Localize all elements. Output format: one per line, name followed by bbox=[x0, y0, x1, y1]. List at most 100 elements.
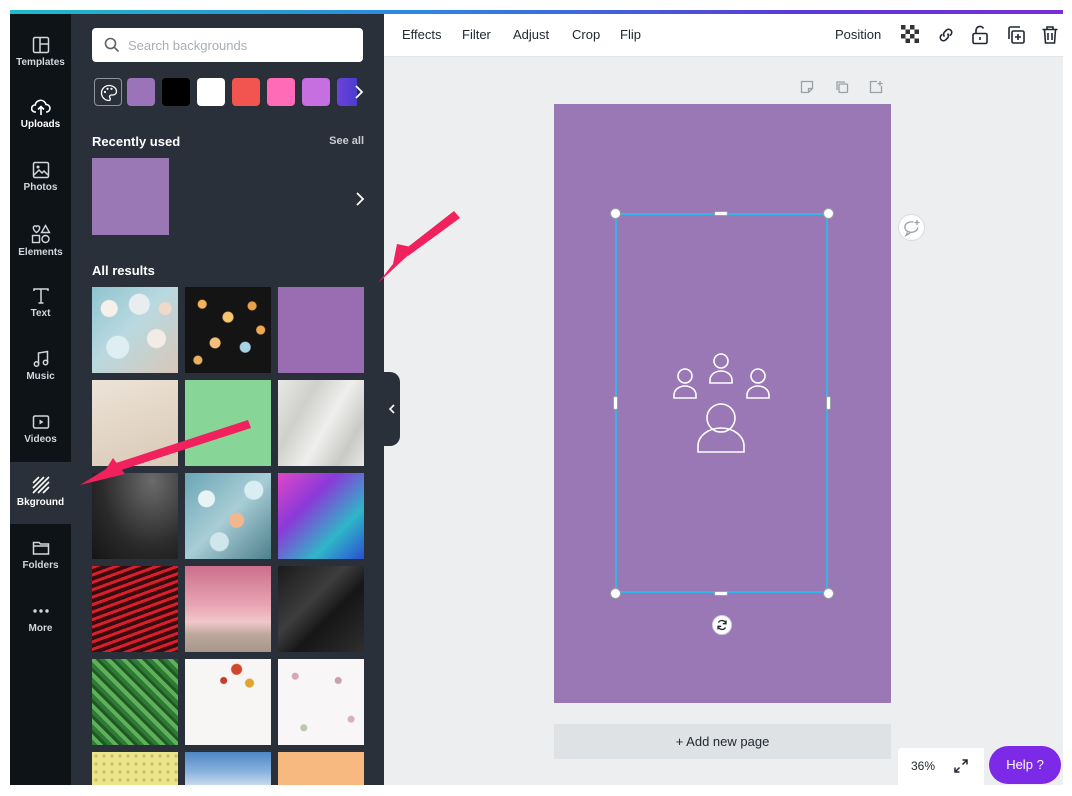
zoom-level[interactable]: 36% bbox=[911, 759, 935, 773]
rail-item-videos[interactable]: Videos bbox=[10, 399, 71, 461]
help-button[interactable]: Help ? bbox=[989, 746, 1061, 784]
petals-white-tile[interactable] bbox=[278, 659, 364, 745]
add-new-page-button[interactable]: + Add new page bbox=[554, 724, 891, 759]
chevron-right-icon[interactable] bbox=[354, 84, 364, 100]
selection-box[interactable] bbox=[615, 213, 828, 593]
add-page-icon[interactable] bbox=[869, 80, 883, 94]
resize-handle-top-left[interactable] bbox=[610, 208, 621, 219]
templates-icon bbox=[32, 36, 49, 54]
top-gradient-bar bbox=[10, 10, 1063, 14]
zoom-controls: 36% bbox=[898, 748, 984, 785]
color-swatch[interactable] bbox=[197, 78, 225, 106]
rail-item-photos[interactable]: Photos bbox=[10, 147, 71, 209]
festive-white-tile[interactable] bbox=[185, 659, 271, 745]
rail-item-music[interactable]: Music bbox=[10, 336, 71, 398]
rail-item-elements[interactable]: Elements bbox=[10, 210, 71, 272]
text-t-icon bbox=[32, 288, 49, 304]
rotate-icon bbox=[717, 619, 727, 631]
rotate-button[interactable] bbox=[712, 615, 732, 635]
color-swatch[interactable] bbox=[127, 78, 155, 106]
adjust-button[interactable]: Adjust bbox=[513, 27, 549, 42]
rail-label: Photos bbox=[23, 182, 58, 193]
color-swatch[interactable] bbox=[302, 78, 330, 106]
duplicate-page-icon[interactable] bbox=[835, 80, 849, 94]
folder-icon bbox=[32, 541, 49, 555]
recently-used-title: Recently used bbox=[92, 134, 181, 149]
chevron-right-icon[interactable] bbox=[355, 191, 365, 207]
add-comment-button[interactable] bbox=[898, 214, 925, 241]
crumpled-paper-tile[interactable] bbox=[278, 380, 364, 466]
color-swatch[interactable] bbox=[232, 78, 260, 106]
side-rail: Templates Uploads Photos Elements Text M… bbox=[10, 14, 71, 785]
rail-label: More bbox=[28, 623, 53, 634]
rail-label: Bkground bbox=[16, 497, 65, 508]
link-icon[interactable] bbox=[936, 25, 956, 45]
editor-toolbar: Effects Filter Adjust Crop Flip Position bbox=[384, 14, 1063, 57]
resize-handle-top-right[interactable] bbox=[823, 208, 834, 219]
color-swatches bbox=[92, 78, 367, 108]
canva-editor: Templates Uploads Photos Elements Text M… bbox=[10, 10, 1063, 785]
red-led-tile[interactable] bbox=[92, 566, 178, 652]
crop-button[interactable]: Crop bbox=[572, 27, 600, 42]
neon-gradient-tile[interactable] bbox=[278, 473, 364, 559]
expand-fullscreen-icon[interactable] bbox=[953, 758, 969, 774]
flip-button[interactable]: Flip bbox=[620, 27, 641, 42]
rail-item-folders[interactable]: Folders bbox=[10, 525, 71, 587]
purple-solid-tile[interactable] bbox=[278, 287, 364, 373]
rail-item-text[interactable]: Text bbox=[10, 273, 71, 335]
green-solid-tile[interactable] bbox=[185, 380, 271, 466]
resize-handle-left[interactable] bbox=[613, 396, 618, 410]
duplicate-icon[interactable] bbox=[1006, 25, 1026, 45]
help-label: Help bbox=[1006, 757, 1033, 772]
black-marble-tile[interactable] bbox=[278, 566, 364, 652]
rail-item-uploads[interactable]: Uploads bbox=[10, 84, 71, 146]
effects-button[interactable]: Effects bbox=[402, 27, 442, 42]
video-play-icon bbox=[32, 415, 49, 429]
shapes-icon bbox=[31, 224, 51, 244]
pink-sunset-beach-tile[interactable] bbox=[185, 566, 271, 652]
upload-cloud-icon bbox=[30, 99, 51, 115]
comment-plus-icon bbox=[904, 220, 920, 237]
search-box[interactable] bbox=[92, 28, 363, 62]
more-dots-icon bbox=[32, 609, 49, 613]
color-swatch[interactable] bbox=[267, 78, 295, 106]
beige-texture-tile[interactable] bbox=[92, 380, 178, 466]
yellow-pattern-tile[interactable] bbox=[92, 752, 178, 785]
rail-item-templates[interactable]: Templates bbox=[10, 22, 71, 84]
unlock-icon[interactable] bbox=[971, 25, 989, 45]
resize-handle-bottom-left[interactable] bbox=[610, 588, 621, 599]
trash-icon[interactable] bbox=[1041, 25, 1059, 45]
peach-solid-tile[interactable] bbox=[278, 752, 364, 785]
rail-label: Music bbox=[26, 371, 55, 382]
transparency-checker-icon[interactable] bbox=[901, 25, 919, 43]
palm-leaves-tile[interactable] bbox=[92, 659, 178, 745]
dark-gradient-tile[interactable] bbox=[92, 473, 178, 559]
background-stripes-icon bbox=[31, 476, 50, 494]
rail-item-more[interactable]: More bbox=[10, 588, 71, 650]
position-button[interactable]: Position bbox=[835, 27, 881, 42]
filter-button[interactable]: Filter bbox=[462, 27, 491, 42]
sky-clouds-tile[interactable] bbox=[185, 752, 271, 785]
resize-handle-bottom[interactable] bbox=[714, 591, 728, 596]
search-input[interactable] bbox=[128, 28, 353, 62]
photo-icon bbox=[32, 161, 49, 179]
collapse-panel-button[interactable] bbox=[384, 372, 400, 446]
resize-handle-right[interactable] bbox=[826, 396, 831, 410]
bokeh-light-tile[interactable] bbox=[92, 287, 178, 373]
rail-label: Uploads bbox=[20, 119, 61, 130]
rail-label: Templates bbox=[16, 57, 65, 68]
see-all-link[interactable]: See all bbox=[329, 135, 364, 147]
resize-handle-bottom-right[interactable] bbox=[823, 588, 834, 599]
search-icon bbox=[104, 37, 120, 53]
rail-label: Elements bbox=[18, 247, 63, 258]
page-note-icon[interactable] bbox=[800, 80, 814, 94]
bokeh-dark-tile[interactable] bbox=[185, 287, 271, 373]
question-mark-icon: ? bbox=[1036, 757, 1044, 772]
rail-label: Text bbox=[30, 308, 51, 319]
color-swatch[interactable] bbox=[162, 78, 190, 106]
bokeh-teal-tile[interactable] bbox=[185, 473, 271, 559]
resize-handle-top[interactable] bbox=[714, 211, 728, 216]
color-palette-button[interactable] bbox=[94, 78, 122, 106]
recent-background-tile[interactable] bbox=[92, 158, 169, 235]
rail-item-background[interactable]: Bkground bbox=[10, 462, 71, 524]
